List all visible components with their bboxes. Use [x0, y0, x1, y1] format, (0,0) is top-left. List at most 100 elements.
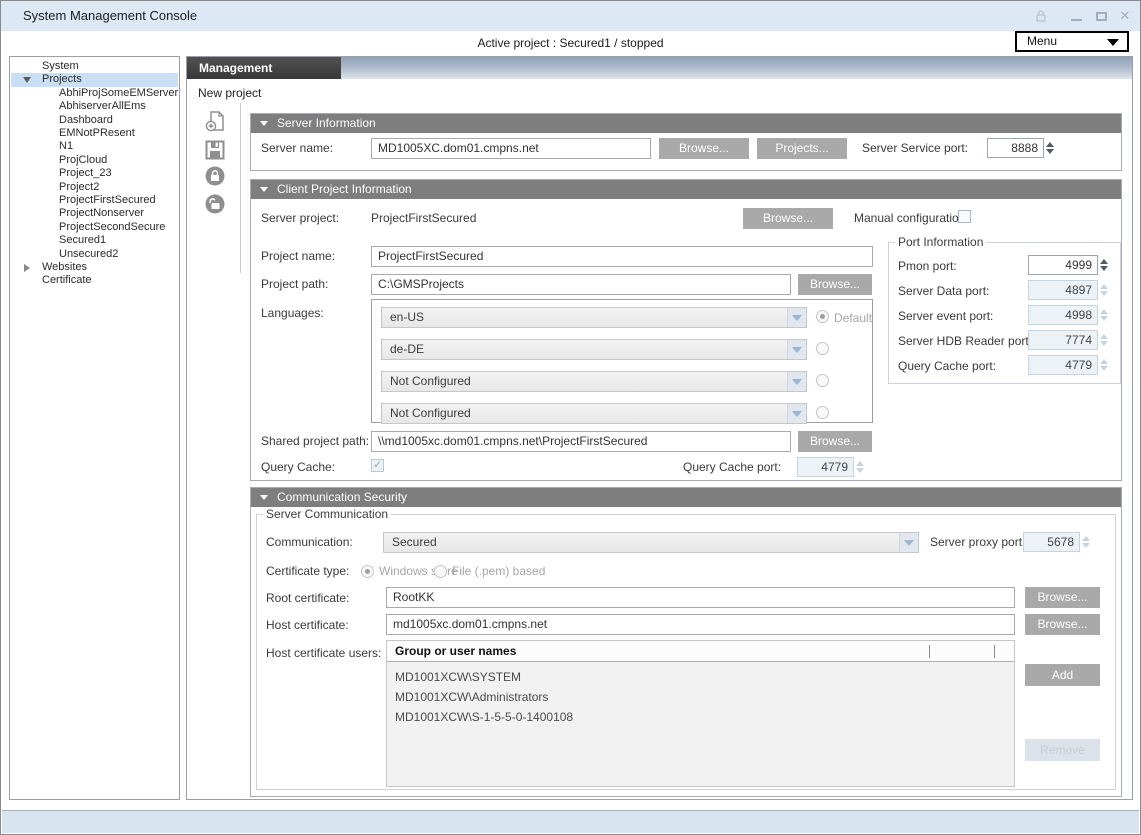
column-separator — [994, 645, 995, 658]
unlock-icon[interactable] — [204, 193, 228, 217]
shared-path-browse-button[interactable]: Browse... — [798, 431, 872, 452]
server-project-browse-button[interactable]: Browse... — [743, 208, 833, 229]
root-certificate-input[interactable]: RootKK — [386, 587, 1015, 608]
tree-item-certificate[interactable]: Certificate — [11, 274, 178, 287]
server-name-input[interactable]: MD1005XC.dom01.cmpns.net — [371, 138, 651, 159]
tree-item-project[interactable]: ProjectNonserver — [11, 207, 178, 220]
project-path-label: Project path: — [261, 277, 328, 291]
host-certificate-users-table[interactable]: Group or user names MD1001XCW\SYSTEM MD1… — [386, 640, 1015, 787]
tab-management[interactable]: Management — [187, 57, 341, 79]
server-name-label: Server name: — [261, 141, 333, 155]
maximize-icon — [1096, 12, 1107, 21]
new-project-icon[interactable] — [204, 109, 228, 133]
page-title: New project — [198, 86, 261, 100]
language-default-radio-1[interactable] — [816, 310, 829, 323]
project-name-input[interactable]: ProjectFirstSecured — [371, 246, 873, 267]
server-proxy-port-label: Server proxy port: — [930, 535, 1025, 549]
save-icon[interactable] — [204, 139, 228, 163]
section-header-server-information[interactable]: Server Information — [251, 114, 1121, 133]
tree-item-project[interactable]: Project_23 — [11, 167, 178, 180]
add-user-button[interactable]: Add — [1025, 664, 1100, 686]
chevron-down-icon[interactable] — [787, 308, 806, 327]
projects-button[interactable]: Projects... — [757, 138, 847, 159]
language-default-radio-3[interactable] — [816, 374, 829, 387]
port-information-title: Port Information — [895, 235, 986, 249]
language-select-4[interactable]: Not Configured — [381, 403, 807, 424]
language-select-2[interactable]: de-DE — [381, 339, 807, 360]
server-communication-title: Server Communication — [263, 507, 391, 521]
server-hdb-reader-port-spinner: 7774 — [1028, 330, 1108, 350]
language-select-3[interactable]: Not Configured — [381, 371, 807, 392]
spinner-arrows-icon — [1082, 536, 1090, 548]
tree-item-project[interactable]: AbhiserverAllEms — [11, 100, 178, 113]
user-row[interactable]: MD1001XCW\Administrators — [395, 690, 548, 704]
language-default-radio-4[interactable] — [816, 406, 829, 419]
chevron-down-icon[interactable] — [787, 372, 806, 391]
pmon-port-spinner[interactable]: 4999 — [1028, 255, 1108, 275]
root-certificate-browse-button[interactable]: Browse... — [1025, 587, 1100, 608]
tree-item-websites[interactable]: Websites — [11, 261, 178, 274]
manual-configuration-checkbox[interactable] — [958, 210, 971, 223]
header-bar: Active project : Secured1 / stopped Menu — [1, 31, 1140, 56]
close-button[interactable]: ✕ — [1116, 7, 1134, 25]
chevron-down-icon[interactable] — [787, 340, 806, 359]
query-cache-label: Query Cache: — [261, 460, 335, 474]
spinner-arrows-icon — [1100, 284, 1108, 296]
service-port-spinner[interactable]: 8888 — [987, 138, 1054, 158]
chevron-down-icon[interactable] — [899, 533, 918, 552]
tree-item-project[interactable]: Dashboard — [11, 114, 178, 127]
pmon-port-label: Pmon port: — [898, 259, 957, 273]
server-browse-button[interactable]: Browse... — [659, 138, 749, 159]
server-hdb-reader-port-label: Server HDB Reader port: — [898, 334, 1032, 348]
shared-project-path-label: Shared project path: — [261, 434, 369, 448]
pem-file-radio[interactable] — [434, 565, 447, 578]
language-select-1[interactable]: en-US — [381, 307, 807, 328]
user-row[interactable]: MD1001XCW\S-1-5-5-0-1400108 — [395, 710, 573, 724]
tree-item-projects[interactable]: Projects — [11, 73, 178, 86]
communication-select[interactable]: Secured — [383, 532, 919, 553]
lock-icon[interactable] — [204, 165, 228, 189]
window-title: System Management Console — [23, 8, 197, 23]
language-default-radio-2[interactable] — [816, 342, 829, 355]
section-header-communication-security[interactable]: Communication Security — [251, 488, 1121, 507]
tree-item-project[interactable]: Project2 — [11, 181, 178, 194]
expanded-triangle-icon[interactable] — [23, 77, 31, 83]
project-path-browse-button[interactable]: Browse... — [798, 274, 872, 295]
server-event-port-spinner: 4998 — [1028, 305, 1108, 325]
default-label: Default — [834, 311, 872, 325]
chevron-down-icon[interactable] — [787, 404, 806, 423]
tree-item-project[interactable]: ProjectFirstSecured — [11, 194, 178, 207]
windows-store-radio[interactable] — [361, 565, 374, 578]
server-project-label: Server project: — [261, 211, 339, 225]
tree-item-project[interactable]: Secured1 — [11, 234, 178, 247]
minimize-button[interactable] — [1067, 7, 1085, 25]
server-project-value: ProjectFirstSecured — [371, 211, 476, 225]
user-row[interactable]: MD1001XCW\SYSTEM — [395, 670, 521, 684]
spinner-arrows-icon[interactable] — [1100, 259, 1108, 271]
tree-item-project[interactable]: ProjCloud — [11, 154, 178, 167]
section-header-client-project-information[interactable]: Client Project Information — [251, 180, 1121, 199]
spinner-arrows-icon — [1100, 359, 1108, 371]
spinner-arrows-icon[interactable] — [1046, 142, 1054, 154]
tree-item-system[interactable]: System — [11, 60, 178, 73]
maximize-button[interactable] — [1092, 7, 1110, 25]
menu-dropdown[interactable]: Menu — [1015, 31, 1129, 52]
users-table-header: Group or user names — [387, 641, 1014, 662]
tree-item-project[interactable]: AbhiProjSomeEMServer — [11, 87, 178, 100]
shared-project-path-input[interactable]: \\md1005xc.dom01.cmpns.net\ProjectFirstS… — [371, 431, 791, 452]
tree-item-project[interactable]: EMNotPResent — [11, 127, 178, 140]
tree-item-project[interactable]: ProjectSecondSecure — [11, 221, 178, 234]
spinner-arrows-icon — [1100, 309, 1108, 321]
host-certificate-browse-button[interactable]: Browse... — [1025, 614, 1100, 635]
query-cache-port-spinner: 4779 — [797, 457, 864, 477]
manual-configuration-label: Manual configuration — [854, 211, 965, 225]
titlebar-lock-icon — [1032, 7, 1050, 25]
query-cache-checkbox[interactable] — [371, 459, 384, 472]
tree-item-project[interactable]: Unsecured2 — [11, 248, 178, 261]
tree-item-project[interactable]: N1 — [11, 140, 178, 153]
collapsed-triangle-icon[interactable] — [24, 264, 30, 272]
host-certificate-users-label: Host certificate users: — [266, 646, 381, 660]
server-communication-group: Server Communication Communication: Secu… — [256, 514, 1116, 790]
host-certificate-input[interactable]: md1005xc.dom01.cmpns.net — [386, 614, 1015, 635]
project-path-input[interactable]: C:\GMSProjects — [371, 274, 791, 295]
